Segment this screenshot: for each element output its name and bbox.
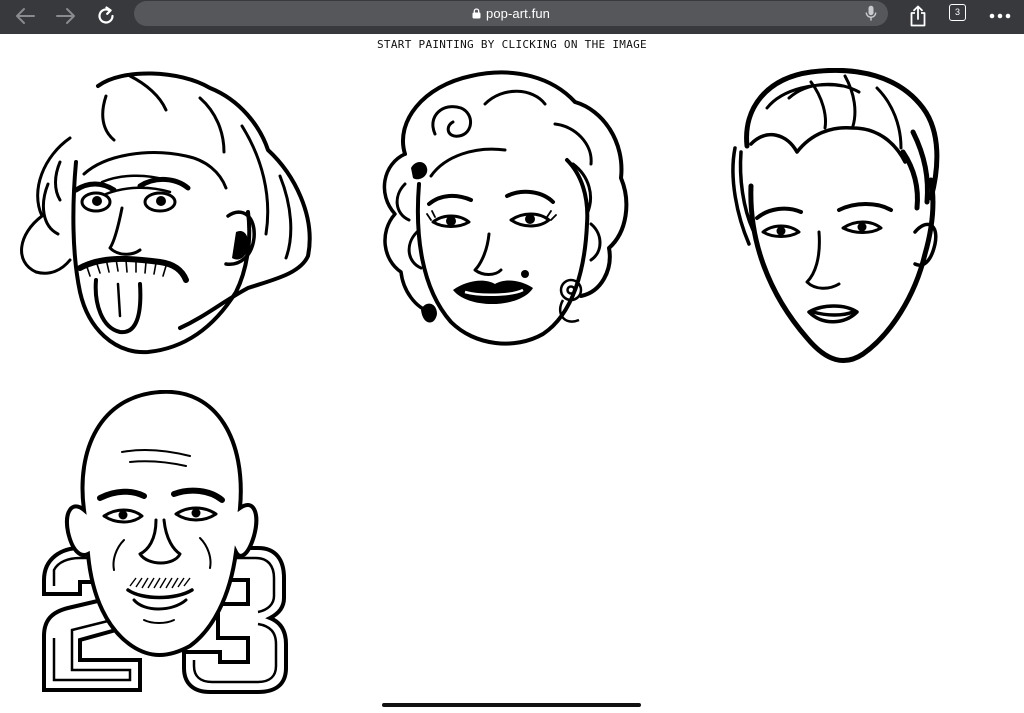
einstein-line-art (20, 71, 312, 355)
marilyn-line-art (382, 70, 629, 346)
back-arrow-icon (16, 8, 35, 24)
forward-arrow-icon (56, 8, 75, 24)
page-heading: START PAINTING BY CLICKING ON THE IMAGE (377, 38, 647, 51)
jordan-line-art (42, 390, 288, 694)
share-button[interactable] (903, 2, 933, 30)
reload-button[interactable] (91, 2, 121, 30)
elvis-portrait[interactable] (727, 68, 941, 368)
elvis-line-art (731, 68, 940, 364)
more-icon (989, 13, 1011, 19)
address-bar[interactable]: pop-art.fun (134, 1, 888, 26)
reload-icon (98, 6, 114, 24)
microphone-icon (865, 5, 877, 21)
url-text: pop-art.fun (486, 6, 550, 21)
home-indicator[interactable] (382, 703, 641, 707)
back-button[interactable] (10, 2, 40, 30)
forward-button[interactable] (51, 2, 81, 30)
lock-icon (472, 8, 481, 19)
marilyn-portrait[interactable] (375, 64, 633, 352)
jordan-portrait[interactable] (40, 390, 288, 700)
more-button[interactable] (985, 2, 1015, 30)
tabs-button[interactable]: 3 (949, 4, 966, 21)
share-icon (910, 5, 926, 27)
einstein-portrait[interactable] (10, 66, 320, 358)
microphone-button[interactable] (862, 4, 880, 23)
address-content: pop-art.fun (134, 1, 888, 26)
browser-toolbar: pop-art.fun 3 (0, 0, 1024, 34)
